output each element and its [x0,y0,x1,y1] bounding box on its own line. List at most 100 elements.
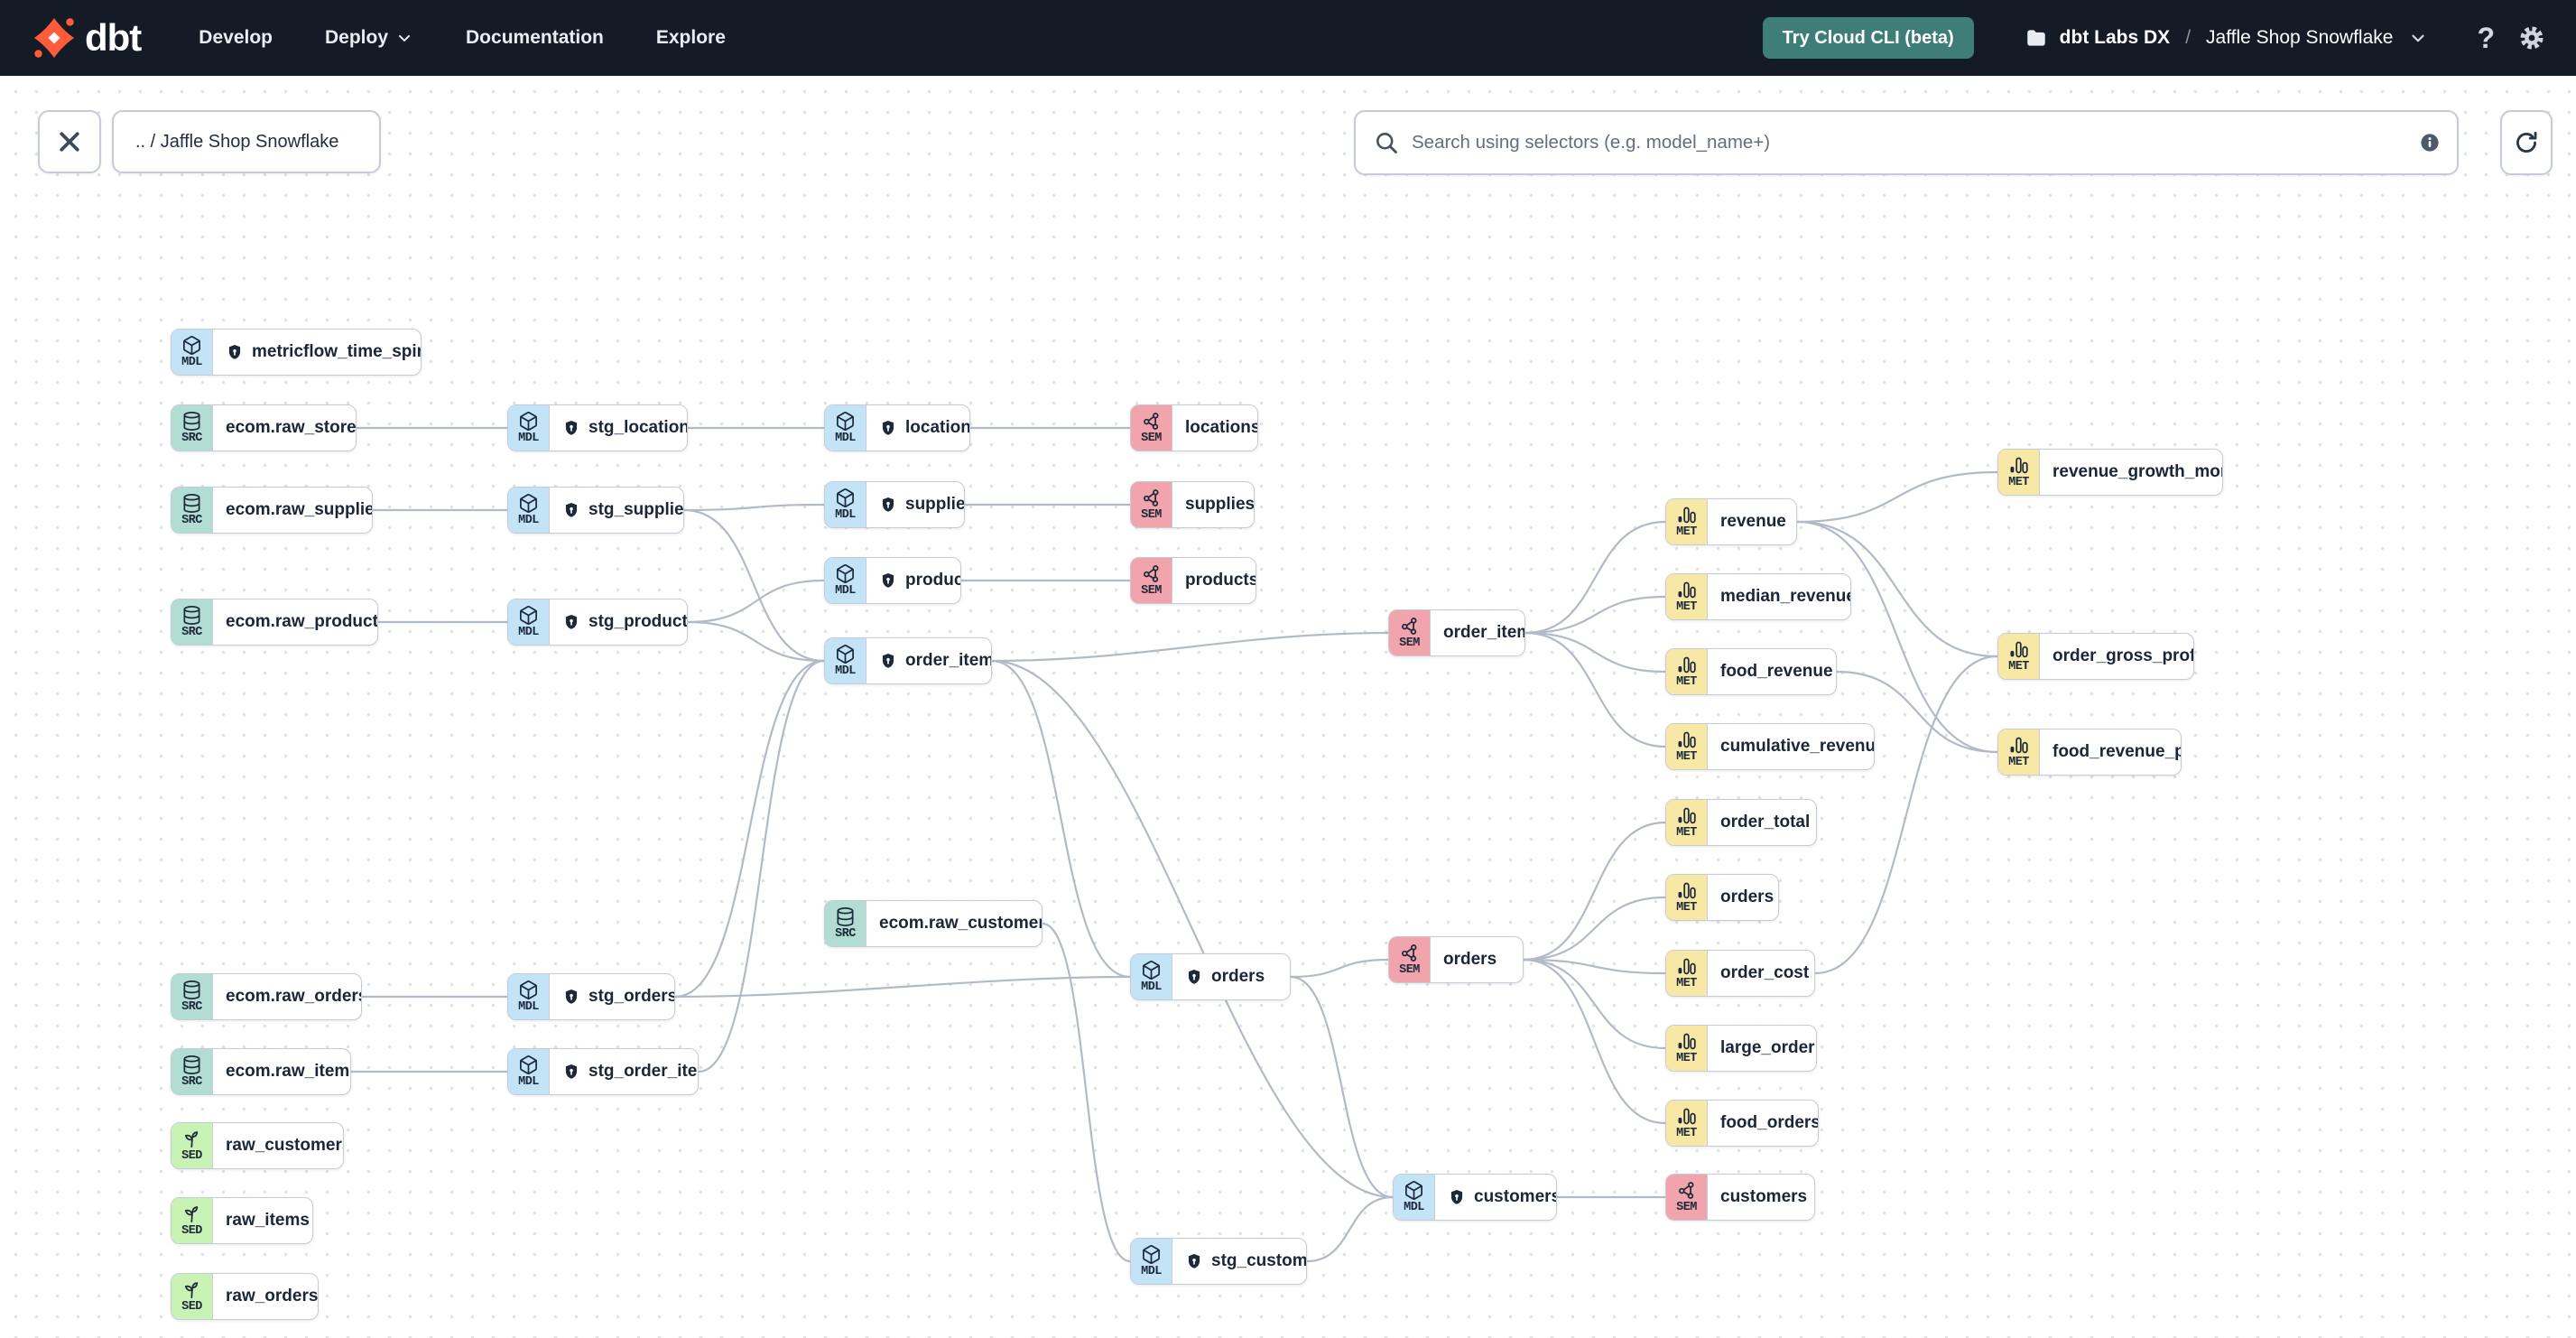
node-type-label: MDL [518,626,539,640]
node-raw_supplies[interactable]: SRC ecom.raw_supplies [171,487,373,534]
nav-item-develop[interactable]: Develop [199,27,273,49]
node-order_items_mdl[interactable]: MDL order_items [824,637,992,684]
node-sed_raw_customers[interactable]: SED raw_customers [171,1122,344,1169]
node-raw_customers_src[interactable]: SRC ecom.raw_customers [824,900,1042,947]
node-products_mdl[interactable]: MDL products [824,557,961,604]
search-input[interactable] [1412,132,2406,153]
src-badge: SRC [171,599,213,645]
node-met_large_order[interactable]: MET large_order [1665,1025,1817,1072]
node-order_item_sem[interactable]: SEM order_item [1388,609,1525,656]
src-badge: SRC [825,901,866,946]
lineage-canvas[interactable]: MDL metricflow_time_spine SRC ecom.raw_stor… [0,76,2576,1338]
node-type-label: MET [2008,476,2029,490]
node-met_revenue[interactable]: MET revenue [1665,498,1797,545]
dbt-logo[interactable]: dbt [32,16,142,60]
node-raw_items_src[interactable]: SRC ecom.raw_items [171,1048,351,1095]
node-met_order_gross_profit[interactable]: MET order_gross_profit [1997,633,2194,680]
node-label: customers [1720,1187,1808,1206]
node-type-label: SRC [181,514,202,528]
node-met_cumulative_revenue[interactable]: MET cumulative_revenue [1665,723,1875,770]
node-label: ecom.raw_stores [226,418,356,437]
node-stg_customers[interactable]: MDL stg_customers [1130,1238,1307,1285]
database-icon [181,605,202,626]
node-met_median_revenue[interactable]: MET median_revenue [1665,573,1851,620]
gear-icon[interactable] [2518,24,2545,51]
metric-icon [1676,880,1697,901]
shield-icon [1185,968,1203,987]
node-met_food_orders[interactable]: MET food_orders [1665,1100,1819,1147]
sem-badge: SEM [1389,610,1431,655]
help-icon[interactable]: ? [2477,22,2495,55]
node-label: order_item [1443,623,1524,642]
node-stg_products[interactable]: MDL stg_products [507,599,688,646]
node-label: food_revenue_pct [2052,742,2181,761]
breadcrumb-separator: / [2185,27,2191,48]
nav-item-deploy[interactable]: Deploy [325,27,413,49]
sem-badge: SEM [1131,558,1172,603]
node-type-label: MDL [1141,1265,1162,1279]
node-label: stg_supplies [550,488,683,533]
cube-icon [518,493,539,514]
shield-icon [1448,1188,1466,1207]
node-customers_sem[interactable]: SEM customers [1665,1174,1815,1221]
node-met_orders[interactable]: MET orders [1665,874,1779,921]
try-cloud-cli-button[interactable]: Try Cloud CLI (beta) [1762,17,1974,59]
close-lineage-button[interactable] [38,110,101,173]
node-label: ecom.raw_customers [879,914,1042,933]
node-raw_stores[interactable]: SRC ecom.raw_stores [171,404,357,451]
node-label: orders [1443,950,1497,969]
node-stg_orders[interactable]: MDL stg_orders [507,973,675,1020]
shield-icon [879,571,897,590]
node-label: orders [1720,887,1774,906]
node-label: order_gross_profit [2052,646,2193,665]
node-type-label: SED [181,1224,202,1239]
node-locations_mdl[interactable]: MDL locations [824,404,970,451]
node-metricflow_time_spine[interactable]: MDL metricflow_time_spine [171,329,422,376]
node-type-label: MET [2008,660,2029,674]
node-label: stg_customers [1172,1239,1306,1284]
node-orders_mdl[interactable]: MDL orders [1130,953,1291,1000]
node-locations_sem[interactable]: SEM locations [1130,404,1258,451]
node-products_sem[interactable]: SEM products [1130,557,1256,604]
node-met_order_total[interactable]: MET order_total [1665,799,1817,846]
lineage-edges [351,426,1998,1263]
node-label: stg_locations [550,405,687,451]
node-type-label: MDL [518,1000,539,1015]
node-label: ecom.raw_orders [226,987,361,1006]
folder-icon [2025,26,2048,50]
node-stg_locations[interactable]: MDL stg_locations [507,404,688,451]
info-icon[interactable] [2419,132,2441,153]
node-met_order_cost[interactable]: MET order_cost [1665,950,1815,997]
sem-badge: SEM [1389,937,1431,982]
nav-item-explore[interactable]: Explore [656,27,726,49]
nav-item-documentation[interactable]: Documentation [466,27,604,49]
close-icon [56,128,83,155]
node-customers_mdl[interactable]: MDL customers [1393,1174,1557,1221]
node-raw_orders_src[interactable]: SRC ecom.raw_orders [171,973,362,1020]
node-met_revenue_growth_mom[interactable]: MET revenue_growth_mom [1997,449,2223,496]
brand-text: dbt [85,16,142,59]
metric-icon [2008,455,2029,476]
node-sed_raw_items[interactable]: SED raw_items [171,1197,313,1244]
node-label: order_total [1720,813,1811,832]
node-supplies_mdl[interactable]: MDL supplies [824,481,965,528]
breadcrumb[interactable]: .. / Jaffle Shop Snowflake [112,110,381,173]
node-label: median_revenue [1720,587,1850,606]
node-raw_products[interactable]: SRC ecom.raw_products [171,599,378,646]
node-met_food_revenue[interactable]: MET food_revenue [1665,648,1837,695]
node-type-label: MET [1676,1052,1697,1066]
metric-icon [2008,735,2029,756]
node-stg_order_items[interactable]: MDL stg_order_items [507,1048,699,1095]
node-met_food_revenue_pct[interactable]: MET food_revenue_pct [1997,729,2182,776]
node-supplies_sem[interactable]: SEM supplies [1130,481,1255,528]
project-selector[interactable]: dbt Labs DX / Jaffle Shop Snowflake [2025,26,2429,50]
node-stg_supplies[interactable]: MDL stg_supplies [507,487,684,534]
cube-icon [181,335,202,356]
node-orders_sem[interactable]: SEM orders [1388,936,1524,983]
node-sed_raw_orders[interactable]: SED raw_orders [171,1273,319,1320]
mdl-badge: MDL [508,488,550,533]
node-label: raw_orders [226,1287,318,1305]
refresh-button[interactable] [2500,110,2553,175]
metric-icon [1676,655,1697,675]
database-icon [181,980,202,1000]
